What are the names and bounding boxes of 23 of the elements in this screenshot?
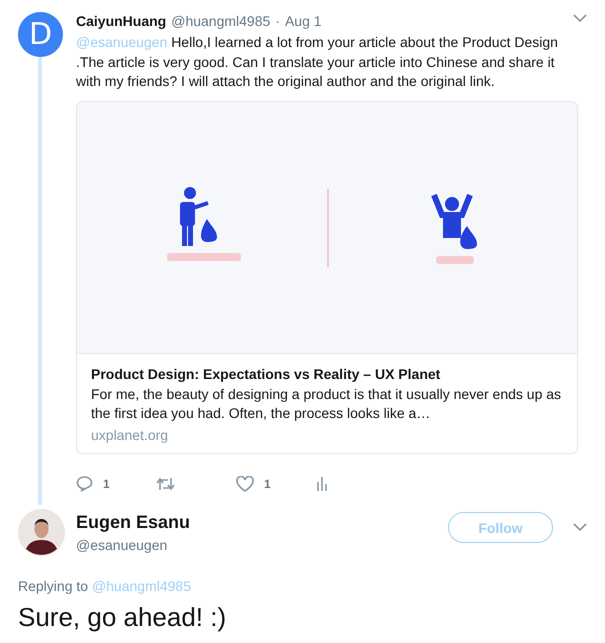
separator: · [275,13,280,29]
retweet-icon [156,476,175,490]
card-domain: uxplanet.org [91,426,170,442]
user-handle: @esanueugen [76,537,168,553]
replying-to-text: Replying to @huangml4985 [18,578,192,594]
card-title: Product Design: Expectations vs Reality – UX Planet [91,364,442,382]
like-button[interactable]: 1 [236,476,316,492]
user-name: CaiyunHuang [76,13,166,29]
chevron-down-icon[interactable] [573,14,587,23]
speech-bubble-icon [76,476,93,492]
bar-chart-icon [316,476,328,491]
avatar[interactable] [18,509,65,556]
avatar[interactable]: D [18,12,63,57]
tweet-text: @esanueugen Hello,I learned a lot from your article about the Product Design .The article is very good. Can I translate your article into Chinese and share it with my friends? I will attach the original author and the original link. [76,33,559,91]
reply-button[interactable]: 1 [76,476,156,492]
chevron-down-icon[interactable] [573,523,587,532]
heart-icon [236,476,254,492]
user-handle: @huangml4985 [171,13,270,29]
tweet-date: Aug 1 [284,13,322,29]
card-description: For me, the beauty of designing a product is that it usually never ends up as the first idea you had. Often, the process looks like a… [91,384,562,423]
link-card[interactable]: Product Design: Expectations vs Reality – UX Planet For me, the beauty of designing a product is that it usually never ends up as the first idea you had. Often, the process looks like a… uxplanet.org [76,100,578,454]
reply-text: Sure, go ahead! :) [18,602,228,633]
user-name: Eugen Esanu [76,512,192,533]
